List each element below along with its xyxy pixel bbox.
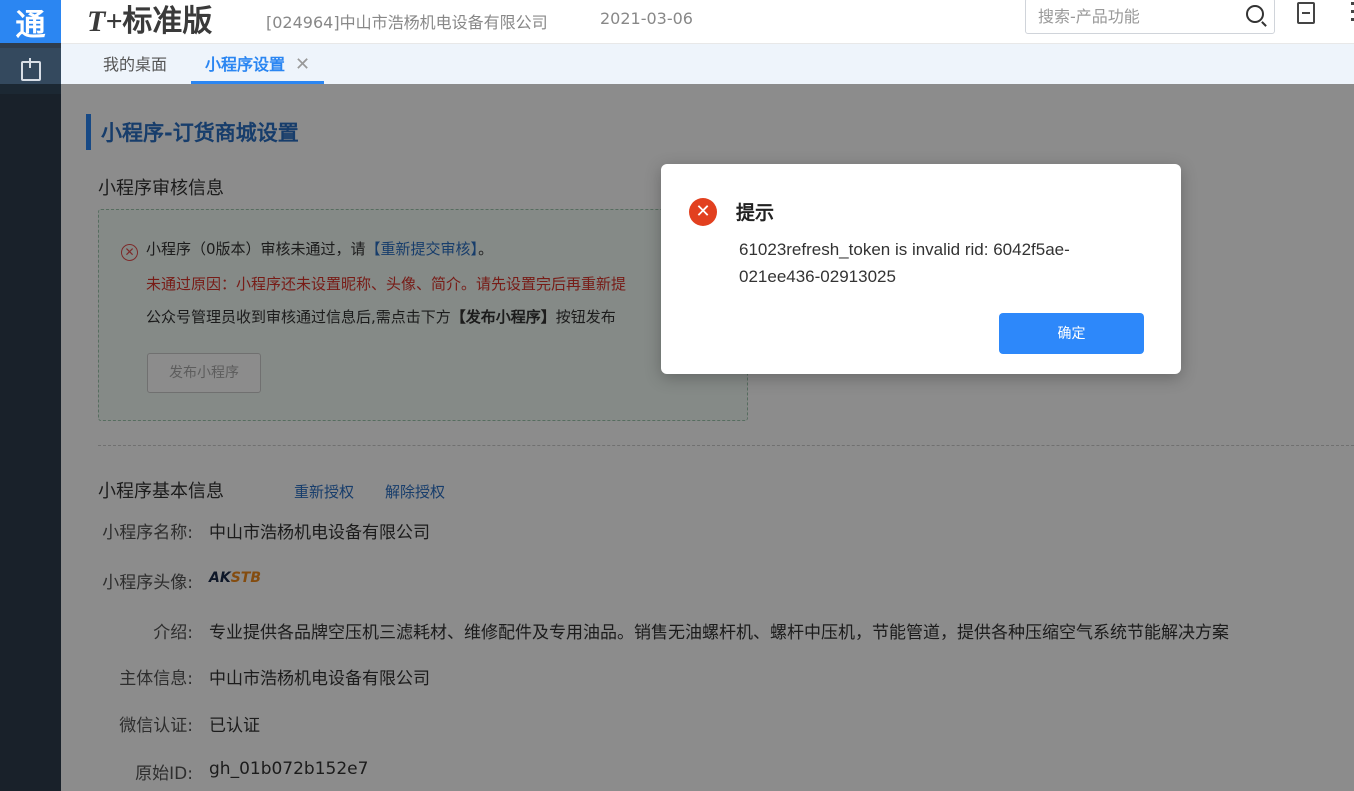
tab-desktop[interactable]: 我的桌面: [103, 44, 167, 82]
app-logo[interactable]: 通: [0, 0, 61, 43]
alert-dialog: ✕ 提示 61023refresh_token is invalid rid: …: [661, 164, 1181, 374]
tab-miniprogram-label: 小程序设置: [205, 55, 286, 74]
brand-t: T+: [87, 5, 123, 38]
tab-bar: 我的桌面 小程序设置 ✕: [61, 44, 1354, 84]
tab-close-icon[interactable]: ✕: [295, 54, 310, 75]
brand-title: T+标准版: [87, 0, 212, 40]
tab-miniprogram-settings[interactable]: 小程序设置 ✕: [191, 44, 325, 84]
login-date: 2021-03-06: [600, 9, 693, 28]
dialog-title: 提示: [736, 202, 775, 224]
company-name: [024964]中山市浩杨机电设备有限公司: [266, 13, 548, 32]
error-icon: ✕: [689, 198, 717, 226]
search-placeholder: 搜索-产品功能: [1038, 7, 1140, 26]
ok-button[interactable]: 确定: [999, 313, 1144, 354]
calculator-icon[interactable]: [1297, 2, 1315, 24]
brand-name: 标准版: [122, 4, 213, 39]
tab-desktop-label: 我的桌面: [103, 55, 168, 74]
dialog-message: 61023refresh_token is invalid rid: 6042f…: [739, 240, 1070, 286]
new-window-icon: [20, 58, 41, 81]
search-input[interactable]: 搜索-产品功能: [1025, 0, 1275, 34]
top-header: T+标准版 [024964]中山市浩杨机电设备有限公司 2021-03-06 搜…: [61, 0, 1354, 44]
search-icon[interactable]: [1246, 5, 1264, 23]
